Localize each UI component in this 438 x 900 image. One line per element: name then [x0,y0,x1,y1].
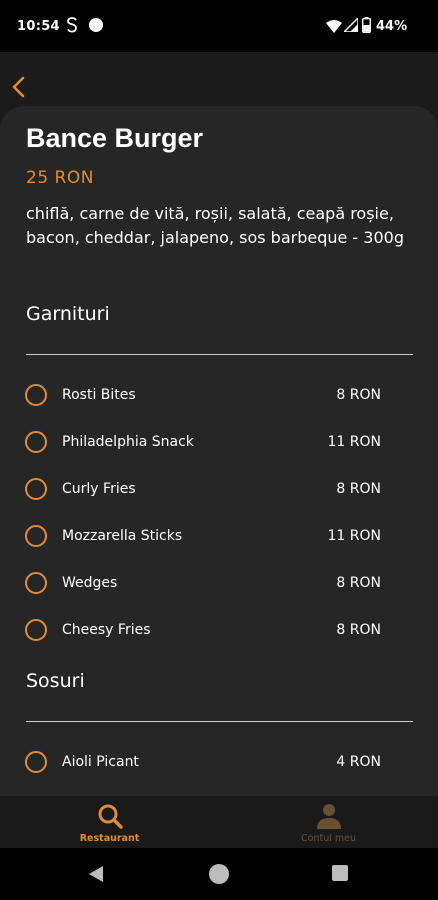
status-bar: 10:54 44% [0,0,438,52]
section-title-garnituri: Garnituri [26,303,110,325]
radio-button[interactable] [25,384,47,406]
option-name: Rosti Bites [62,387,136,403]
tab-restaurant[interactable]: Restaurant [0,796,219,848]
bottom-navigation: Restaurant Contul meu [0,796,438,848]
option-price: 8 RON [336,622,381,638]
sync-s-icon [67,17,77,33]
radio-button[interactable] [25,525,47,547]
back-arrow-icon[interactable] [6,72,32,102]
system-back-icon[interactable] [88,865,104,883]
system-navigation-bar [0,848,438,900]
option-row[interactable]: Curly Fries 8 RON [24,474,384,508]
radio-button[interactable] [25,619,47,641]
option-price: 11 RON [327,434,381,450]
section-divider [26,721,413,722]
person-icon [317,804,341,829]
radio-button[interactable] [25,478,47,500]
section-title-sosuri: Sosuri [26,670,85,692]
search-icon [98,804,123,829]
system-home-icon[interactable] [209,864,229,884]
option-name: Philadelphia Snack [62,434,194,450]
option-price: 8 RON [336,575,381,591]
option-row[interactable]: Wedges 8 RON [24,568,384,602]
option-name: Curly Fries [62,481,136,497]
option-price: 8 RON [336,481,381,497]
option-row[interactable]: Philadelphia Snack 11 RON [24,427,384,461]
wifi-icon [326,20,342,33]
option-row[interactable]: Rosti Bites 8 RON [24,380,384,414]
option-name: Cheesy Fries [62,622,151,638]
option-row[interactable]: Cheesy Fries 8 RON [24,615,384,649]
option-name: Aioli Picant [62,754,139,770]
option-name: Wedges [62,575,118,591]
option-price: 4 RON [336,754,381,770]
tab-label: Contul meu [301,833,356,844]
system-recents-icon[interactable] [332,865,348,881]
notification-dot-icon [89,18,103,32]
tab-contul-meu[interactable]: Contul meu [219,796,438,848]
option-name: Mozzarella Sticks [62,528,183,544]
product-price: 25 RON [26,168,94,188]
option-price: 11 RON [327,528,381,544]
status-time: 10:54 [17,19,60,34]
signal-icon [344,18,358,32]
radio-button[interactable] [25,431,47,453]
battery-percentage: 44% [376,19,408,34]
top-bar [0,52,438,112]
product-description: chiflă, carne de vită, roșii, salată, ce… [26,204,404,247]
product-title: Bance Burger [26,123,204,153]
radio-button[interactable] [25,751,47,773]
tab-label: Restaurant [79,833,140,844]
battery-icon [362,17,371,33]
radio-button[interactable] [25,572,47,594]
product-sheet: Bance Burger 25 RON chiflă, carne de vit… [0,106,438,796]
option-row[interactable]: Aioli Picant 4 RON [24,747,384,781]
option-price: 8 RON [336,387,381,403]
section-divider [26,354,413,355]
option-row[interactable]: Mozzarella Sticks 11 RON [24,521,384,555]
